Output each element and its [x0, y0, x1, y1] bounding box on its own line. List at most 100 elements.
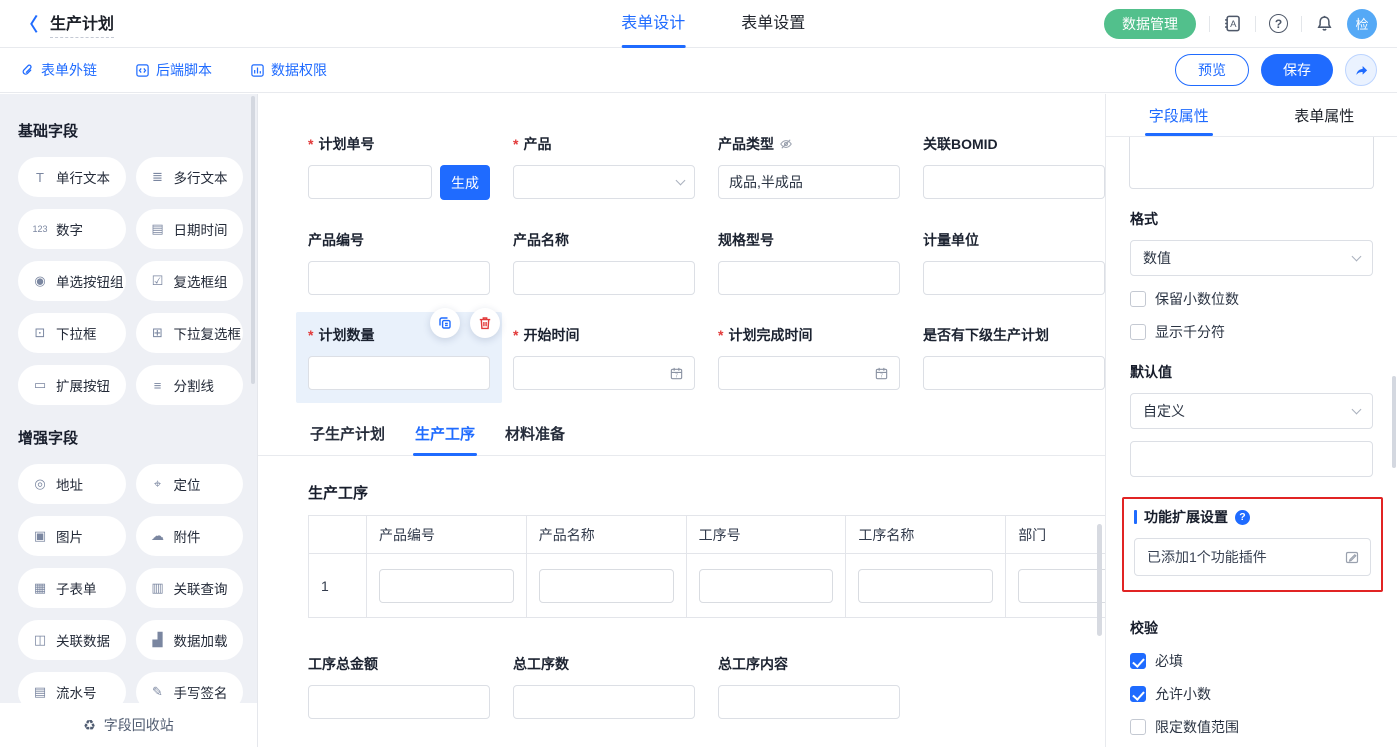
- field-name-input-clipped[interactable]: [1129, 137, 1374, 189]
- bom-id-input[interactable]: [923, 165, 1105, 199]
- field-start-time[interactable]: *开始时间 7: [513, 325, 695, 390]
- field-pill-linked-data[interactable]: ◫关联数据: [18, 620, 126, 660]
- field-total-process-content[interactable]: 总工序内容: [718, 654, 900, 719]
- field-pill-datetime[interactable]: ▤日期时间: [136, 209, 244, 249]
- product-select[interactable]: [513, 165, 695, 199]
- cell-process-number-input[interactable]: [699, 569, 834, 603]
- share-button[interactable]: [1345, 54, 1377, 86]
- checkbox-unchecked[interactable]: [1130, 291, 1146, 307]
- field-bom-id[interactable]: 关联BOMID: [923, 134, 1105, 200]
- sidebar-scrollbar[interactable]: [251, 96, 255, 384]
- checkbox-unchecked[interactable]: [1130, 324, 1146, 340]
- field-recycle-bin[interactable]: ♻ 字段回收站: [0, 703, 257, 747]
- total-process-content-input[interactable]: [718, 685, 900, 719]
- field-pill-image[interactable]: ▣图片: [18, 516, 126, 556]
- field-product[interactable]: *产品: [513, 134, 695, 200]
- unit-input[interactable]: [923, 261, 1105, 295]
- option-required[interactable]: 必填: [1130, 651, 1373, 671]
- has-sub-plan-input[interactable]: [923, 356, 1105, 390]
- field-pill-multi-text[interactable]: ≣多行文本: [136, 157, 244, 197]
- field-pill-single-text[interactable]: T单行文本: [18, 157, 126, 197]
- cell-product-code-input[interactable]: [379, 569, 514, 603]
- checkbox-unchecked[interactable]: [1130, 719, 1146, 735]
- tab-form-design[interactable]: 表单设计: [621, 0, 685, 48]
- form-title[interactable]: 生产计划: [50, 10, 114, 38]
- form-external-link[interactable]: 表单外链: [20, 60, 97, 80]
- col-process-name[interactable]: 工序名称: [846, 516, 1006, 554]
- field-pill-location[interactable]: ⌖定位: [136, 464, 244, 504]
- product-name-input[interactable]: [513, 261, 695, 295]
- col-product-code[interactable]: 产品编号: [367, 516, 527, 554]
- field-plan-quantity-selected[interactable]: *计划数量: [296, 312, 502, 403]
- option-thousand-separator[interactable]: 显示千分符: [1130, 322, 1373, 342]
- canvas-scrollbar[interactable]: [1097, 524, 1102, 636]
- product-type-input[interactable]: 成品,半成品: [718, 165, 900, 199]
- field-pill-dropdown-multi[interactable]: ⊞下拉复选框: [136, 313, 244, 353]
- plan-quantity-input[interactable]: [308, 356, 490, 390]
- notification-bell-icon[interactable]: [1315, 14, 1334, 33]
- field-pill-address[interactable]: ◎地址: [18, 464, 126, 504]
- field-pill-dropdown[interactable]: ⊡下拉框: [18, 313, 126, 353]
- field-unit[interactable]: 计量单位: [923, 230, 1105, 295]
- col-process-number[interactable]: 工序号: [686, 516, 846, 554]
- col-product-name[interactable]: 产品名称: [526, 516, 686, 554]
- field-product-name[interactable]: 产品名称: [513, 230, 695, 295]
- total-process-amount-input[interactable]: [308, 685, 490, 719]
- field-pill-extend-button[interactable]: ▭扩展按钮: [18, 365, 126, 405]
- tab-production-process[interactable]: 生产工序: [413, 414, 477, 455]
- option-allow-decimal[interactable]: 允许小数: [1130, 684, 1373, 704]
- field-pill-checkbox-group[interactable]: ☑复选框组: [136, 261, 244, 301]
- save-button[interactable]: 保存: [1261, 54, 1333, 86]
- field-pill-number[interactable]: 123数字: [18, 209, 126, 249]
- plugin-summary[interactable]: 已添加1个功能插件: [1134, 538, 1371, 576]
- back-chevron-icon[interactable]: 〈: [20, 11, 38, 37]
- user-avatar[interactable]: 检: [1347, 9, 1377, 39]
- panel-scrollbar[interactable]: [1392, 376, 1396, 468]
- address-book-icon[interactable]: A: [1223, 14, 1242, 33]
- data-manage-button[interactable]: 数据管理: [1104, 9, 1196, 39]
- duplicate-field-button[interactable]: [430, 308, 460, 338]
- option-limit-range[interactable]: 限定数值范围: [1130, 717, 1373, 737]
- default-value-input[interactable]: [1130, 441, 1373, 477]
- field-pill-subform[interactable]: ▦子表单: [18, 568, 126, 608]
- tab-form-settings[interactable]: 表单设置: [741, 0, 805, 48]
- field-plan-number[interactable]: *计划单号 生成: [308, 134, 490, 200]
- field-spec-model[interactable]: 规格型号: [718, 230, 900, 295]
- field-pill-data-load[interactable]: ▟数据加载: [136, 620, 244, 660]
- backend-script-link[interactable]: 后端脚本: [135, 60, 212, 80]
- field-total-process-amount[interactable]: 工序总金额: [308, 654, 490, 719]
- tab-sub-production-plan[interactable]: 子生产计划: [308, 414, 387, 455]
- checkbox-checked[interactable]: [1130, 686, 1146, 702]
- edit-icon[interactable]: [1344, 549, 1360, 565]
- tab-material-preparation[interactable]: 材料准备: [503, 414, 567, 455]
- preview-button[interactable]: 预览: [1175, 54, 1249, 86]
- col-department[interactable]: 部门: [1006, 516, 1105, 554]
- cell-process-name-input[interactable]: [858, 569, 993, 603]
- finish-time-input[interactable]: 7: [718, 356, 900, 390]
- format-select[interactable]: 数值: [1130, 240, 1373, 276]
- cell-department-input[interactable]: [1018, 569, 1105, 603]
- tab-form-properties[interactable]: 表单属性: [1252, 94, 1397, 136]
- total-process-count-input[interactable]: [513, 685, 695, 719]
- field-product-code[interactable]: 产品编号: [308, 230, 490, 295]
- checkbox-checked[interactable]: [1130, 653, 1146, 669]
- help-icon[interactable]: ?: [1235, 510, 1250, 525]
- field-finish-time[interactable]: *计划完成时间 7: [718, 325, 900, 390]
- field-pill-linked-query[interactable]: ▥关联查询: [136, 568, 244, 608]
- field-pill-attachment[interactable]: ☁附件: [136, 516, 244, 556]
- delete-field-button[interactable]: [470, 308, 500, 338]
- option-keep-decimal[interactable]: 保留小数位数: [1130, 289, 1373, 309]
- field-pill-radio-group[interactable]: ◉单选按钮组: [18, 261, 126, 301]
- start-time-input[interactable]: 7: [513, 356, 695, 390]
- field-has-sub-plan[interactable]: 是否有下级生产计划: [923, 325, 1105, 390]
- product-code-input[interactable]: [308, 261, 490, 295]
- spec-model-input[interactable]: [718, 261, 900, 295]
- field-total-process-count[interactable]: 总工序数: [513, 654, 695, 719]
- tab-field-properties[interactable]: 字段属性: [1106, 94, 1252, 136]
- field-pill-divider[interactable]: ≡分割线: [136, 365, 244, 405]
- cell-product-name-input[interactable]: [539, 569, 674, 603]
- generate-button[interactable]: 生成: [440, 165, 490, 200]
- plan-number-input[interactable]: [308, 165, 432, 199]
- field-product-type[interactable]: 产品类型 成品,半成品: [718, 134, 900, 200]
- default-value-select[interactable]: 自定义: [1130, 393, 1373, 429]
